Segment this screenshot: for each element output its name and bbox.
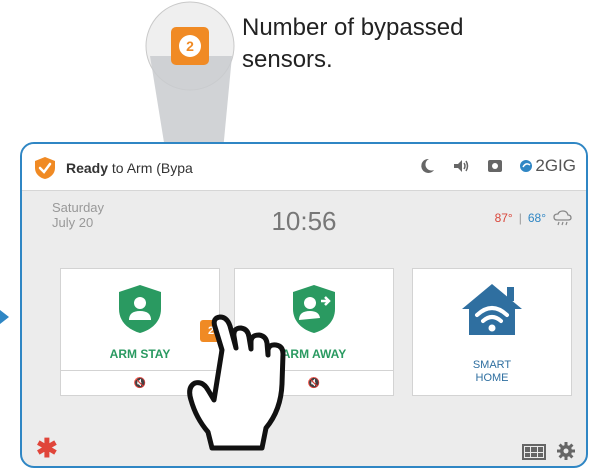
speaker-icon[interactable] [451,156,471,176]
control-panel-screen: Ready to Arm (Bypa 2GIG Saturday July 20… [20,142,588,468]
callout-bypass-badge: 2 [171,27,209,65]
status-detail: to Arm (Bypa [108,160,193,176]
brand-logo: 2GIG [519,156,576,176]
moon-icon[interactable] [417,156,437,176]
callout-line-1: Number of bypassed [242,14,464,41]
top-status-bar: Ready to Arm (Bypa 2GIG [22,144,586,191]
arm-away-footer[interactable]: 🔇 [235,370,393,395]
status-ready-word: Ready [66,160,109,176]
brand-name: 2GIG [535,156,576,175]
mute-icon: 🔇 [307,377,321,389]
emergency-asterisk-icon[interactable]: ✱ [36,433,58,464]
left-arrow-icon [0,310,9,324]
arm-stay-footer[interactable]: 🔇 [61,370,219,395]
arm-stay-button[interactable]: ARM STAY 🔇 [60,268,220,396]
smart-home-line-1: SMART [472,359,512,371]
keypad-icon[interactable] [522,444,546,460]
gear-icon[interactable] [556,441,576,461]
temp-high: 87° [494,211,513,225]
smart-home-label: SMART HOME [413,359,571,385]
weather-widget[interactable]: 87° | 68° [495,210,572,226]
mute-icon: 🔇 [133,377,147,389]
arm-stay-label: ARM STAY [109,347,171,361]
shield-check-icon [35,157,55,179]
bypass-count-badge[interactable]: 2 [200,320,222,342]
smart-home-button[interactable]: SMART HOME [412,268,572,396]
arm-status-text[interactable]: Ready to Arm (Bypa [66,160,193,176]
arm-away-label: ARM AWAY [281,347,347,361]
smart-home-line-2: HOME [475,372,509,384]
temp-low: 68° [527,211,546,225]
brand-logo-icon [520,160,533,172]
top-icon-group: 2GIG [417,156,576,176]
arm-away-shield-icon [293,285,335,333]
callout-line-2: sensors. [242,46,333,73]
bottom-bar: ✱ [22,433,586,466]
rain-cloud-icon [553,210,572,226]
arm-stay-shield-icon [119,285,161,333]
temp-separator: | [518,211,522,225]
callout-caption: Number of bypassed sensors. [242,12,463,76]
arm-away-button[interactable]: ARM AWAY 🔇 [234,268,394,396]
smart-home-wifi-icon [462,284,522,335]
camera-icon[interactable] [485,156,505,176]
callout-badge-number: 2 [179,35,201,57]
